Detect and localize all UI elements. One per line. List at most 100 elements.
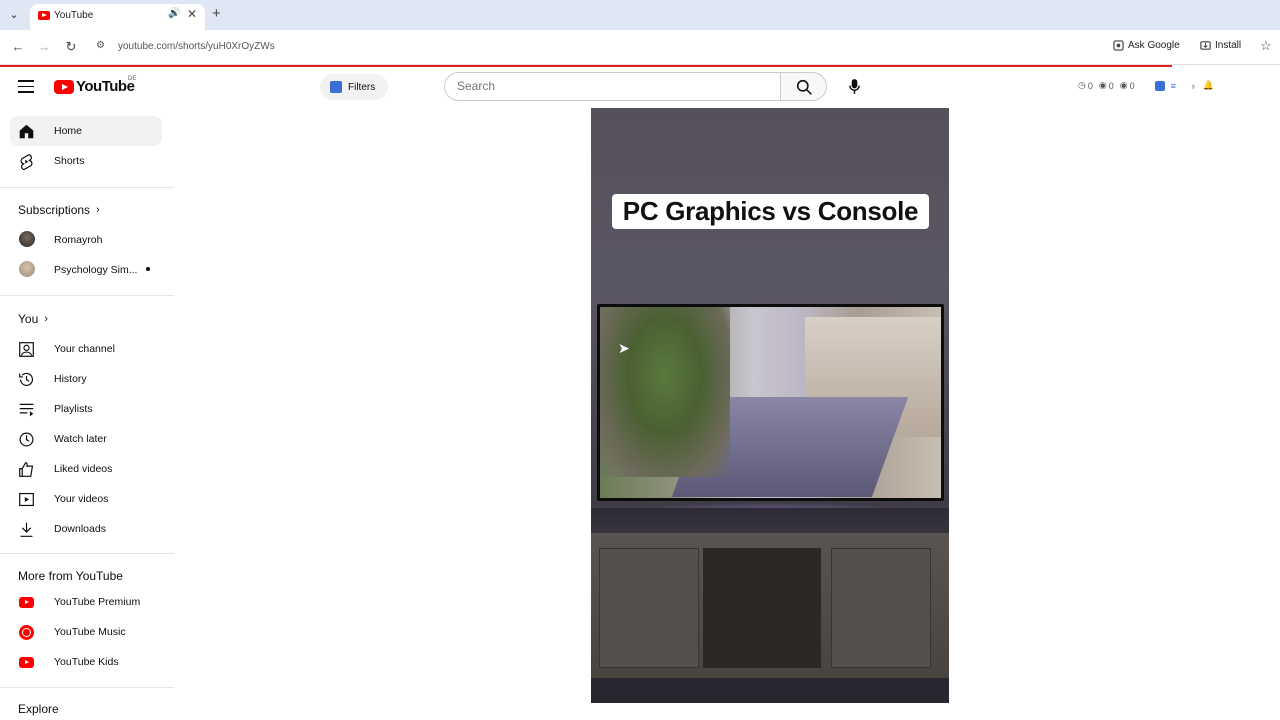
watch-later-icon — [19, 432, 34, 447]
sidebar-item-label: YouTube Music — [54, 626, 126, 638]
ask-google-label: Ask Google — [1128, 40, 1180, 51]
browser-tab[interactable]: YouTube 🔊 ✕ — [30, 4, 205, 30]
sidebar-item-home[interactable]: Home — [10, 116, 162, 146]
search-button[interactable] — [780, 72, 827, 101]
filters-label: Filters — [348, 81, 376, 93]
youtube-music-icon — [19, 625, 34, 640]
sidebar-item-watch-later[interactable]: Watch later — [10, 424, 162, 454]
install-label: Install — [1215, 40, 1242, 51]
divider — [0, 553, 174, 554]
new-content-dot — [146, 267, 150, 271]
youtube-header: YouTube DE Filters ◷0 ◉0 ◉0 ≡ ♁ 🔔 — [0, 67, 1280, 107]
tv-frame — [597, 304, 944, 501]
home-icon — [19, 124, 34, 139]
sidebar-item-youtube-kids[interactable]: YouTube Kids — [10, 647, 162, 677]
sidebar-item-your-videos[interactable]: Your videos — [10, 484, 162, 514]
clock-counter[interactable]: ◷ 0 — [1078, 80, 1093, 91]
reload-icon[interactable]: ↻ — [63, 39, 79, 55]
sidebar-item-label: Downloads — [54, 523, 106, 535]
list-icon[interactable]: ≡ — [1171, 81, 1176, 91]
sidebar-item-youtube-premium[interactable]: YouTube Premium — [10, 587, 162, 617]
sidebar-item-label: Playlists — [54, 403, 93, 415]
tv-screen-image — [600, 307, 941, 498]
sidebar-item-label: History — [54, 373, 87, 385]
sidebar-item-liked-videos[interactable]: Liked videos — [10, 454, 162, 484]
sidebar-item-label: Liked videos — [54, 463, 113, 475]
avatar — [19, 231, 35, 247]
youtube-logo[interactable]: YouTube — [54, 78, 135, 95]
site-info-icon[interactable]: ⚙ — [96, 40, 110, 54]
sidebar-item-subscription[interactable]: Psychology Sim... — [10, 255, 162, 285]
tab-search-icon[interactable]: ⌄ — [6, 7, 22, 23]
cabinet-door — [599, 548, 699, 668]
speaker-icon[interactable]: 🔊 — [168, 8, 180, 19]
sidebar-item-label: YouTube Kids — [54, 656, 119, 668]
sidebar-item-label: Shorts — [54, 155, 85, 167]
extension-icon[interactable]: ♁ — [1190, 81, 1197, 91]
explore-heading: Explore — [18, 702, 59, 716]
sidebar-item-label: Psychology Sim... — [54, 264, 138, 276]
url-field[interactable]: youtube.com/shorts/yuH0XrOyZWs — [118, 41, 275, 52]
sidebar-item-playlists[interactable]: Playlists — [10, 394, 162, 424]
tab-title: YouTube — [54, 10, 94, 21]
sidebar-item-label: Romayroh — [54, 234, 103, 246]
filter-extension-icon[interactable] — [1154, 80, 1165, 91]
youtube-kids-icon — [19, 657, 34, 668]
microphone-icon — [849, 79, 860, 94]
new-tab-button[interactable]: + — [212, 5, 221, 22]
sidebar-item-subscription[interactable]: Romayroh — [10, 225, 162, 255]
your-videos-icon — [19, 492, 34, 507]
divider — [0, 295, 174, 296]
tv-cabinet — [591, 533, 949, 678]
search-input[interactable] — [457, 79, 757, 93]
sidebar-item-label: Home — [54, 125, 83, 137]
youtube-favicon-icon — [38, 11, 50, 20]
search-box — [444, 72, 781, 101]
thumbs-up-icon — [19, 462, 34, 477]
country-code: DE — [128, 76, 137, 82]
watched-counter[interactable]: ◉ 0 — [1120, 80, 1135, 91]
views-counter[interactable]: ◉ 0 — [1099, 80, 1114, 91]
shorts-video-player[interactable]: PC Graphics vs Console — [591, 108, 949, 703]
sidebar-item-shorts[interactable]: Shorts — [10, 146, 162, 176]
cabinet-shelf — [703, 548, 821, 668]
eye-icon: ◉ — [1098, 80, 1107, 90]
youtube-premium-icon — [19, 597, 34, 608]
extension-icons: ◷ 0 ◉ 0 ◉ 0 ≡ ♁ 🔔 — [1078, 80, 1214, 91]
back-icon[interactable]: ← — [10, 39, 26, 54]
divider — [0, 687, 174, 688]
sidebar-item-history[interactable]: History — [10, 364, 162, 394]
sidebar-item-your-channel[interactable]: Your channel — [10, 334, 162, 364]
forward-icon[interactable]: → — [36, 39, 52, 54]
sidebar-item-label: Your videos — [54, 493, 109, 505]
bookmark-star-icon[interactable]: ☆ — [1260, 38, 1272, 54]
subscriptions-heading[interactable]: Subscriptions › — [18, 203, 100, 217]
cabinet-door — [831, 548, 931, 668]
eye-icon: ◉ — [1119, 80, 1128, 90]
download-icon — [20, 522, 33, 537]
youtube-logo-icon — [54, 79, 74, 94]
avatar — [19, 261, 35, 277]
sidebar-item-label: YouTube Premium — [54, 596, 141, 608]
tree — [600, 307, 730, 477]
search-icon — [796, 79, 812, 95]
floor — [591, 678, 949, 703]
menu-icon[interactable] — [18, 80, 34, 94]
you-heading[interactable]: You › — [18, 312, 48, 326]
chevron-right-icon: › — [44, 313, 48, 325]
install-icon — [1200, 41, 1211, 50]
install-button[interactable]: Install — [1200, 40, 1241, 51]
filter-extension-icon — [330, 81, 342, 93]
ask-google-button[interactable]: Ask Google — [1113, 40, 1180, 51]
sidebar-item-youtube-music[interactable]: YouTube Music — [10, 617, 162, 647]
notification-icon[interactable]: 🔔 — [1203, 80, 1214, 91]
filters-button[interactable]: Filters — [320, 74, 388, 100]
video-caption: PC Graphics vs Console — [612, 194, 929, 229]
shorts-icon — [20, 154, 33, 170]
sidebar: Home Shorts Subscriptions › Romayroh Psy… — [0, 107, 174, 720]
sidebar-item-downloads[interactable]: Downloads — [10, 514, 162, 544]
close-icon[interactable]: ✕ — [187, 7, 197, 21]
address-bar: ← → ↻ ⚙ youtube.com/shorts/yuH0XrOyZWs A… — [0, 30, 1280, 65]
playlists-icon — [19, 403, 34, 417]
voice-search-button[interactable] — [840, 72, 869, 101]
